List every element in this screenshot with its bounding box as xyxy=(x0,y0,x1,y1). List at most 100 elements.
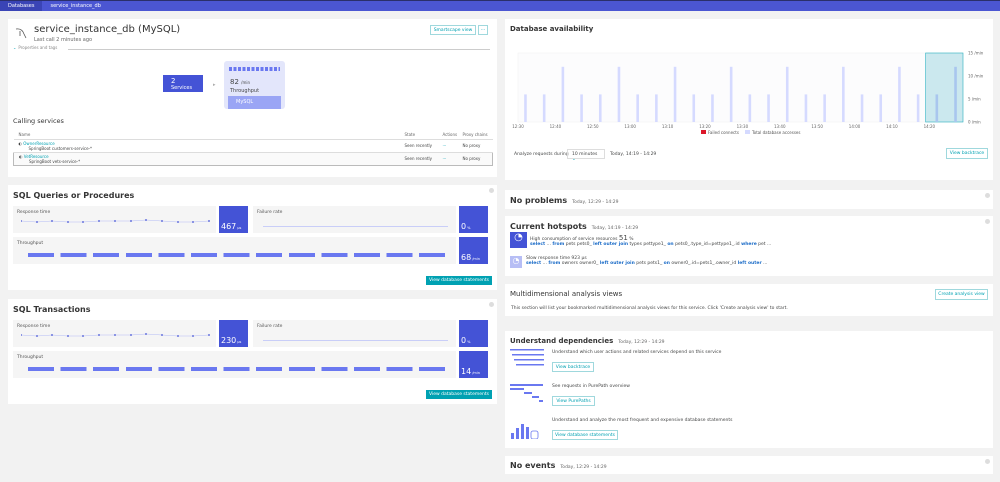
panel-title: Understand dependencies xyxy=(510,337,614,345)
view-purepaths-button[interactable]: View PurePaths xyxy=(552,396,595,406)
bar xyxy=(580,94,583,122)
throughput-value: 14/min xyxy=(459,351,488,378)
chevron-down-icon: ⌄ xyxy=(13,45,17,50)
analysis-views-panel: Multidimensional analysis views This sec… xyxy=(505,284,993,316)
throughput-bars xyxy=(28,253,448,257)
throughput-value: 68/min xyxy=(459,237,488,264)
page-title: service_instance_db (MySQL) xyxy=(34,24,181,35)
sql-text: pets pets1_ xyxy=(634,261,664,266)
clock-icon: ◔ xyxy=(510,256,522,268)
failure-rate-tile[interactable]: Failure rate xyxy=(253,206,456,233)
duration-select[interactable]: 10 minutes ⌄ xyxy=(567,149,605,162)
smartscape-view-button[interactable]: Smartscape view xyxy=(430,25,476,35)
bar xyxy=(785,66,789,122)
breadcrumb-current: service_instance_db xyxy=(50,3,101,9)
sql-text: owners owner0_ xyxy=(560,261,600,266)
panel-title: SQL Queries or Procedures xyxy=(13,191,135,200)
response-sparkline xyxy=(21,333,210,337)
actions-button[interactable]: ··· xyxy=(443,139,463,152)
calling-services-title: Calling services xyxy=(13,117,64,125)
response-time-tile[interactable]: Response time xyxy=(13,320,216,347)
overview-panel: service_instance_db (MySQL) Last call 2 … xyxy=(8,19,497,177)
properties-toggle[interactable]: ⌄ Properties and tags xyxy=(13,45,57,50)
bar xyxy=(860,94,864,122)
bar xyxy=(636,94,639,122)
info-icon[interactable] xyxy=(489,302,494,307)
hotspots-panel: Current hotspots Today, 14:19 - 14:29 ◔ H… xyxy=(505,216,993,276)
panel-title: No events xyxy=(510,461,556,470)
failure-rate-value: 0% xyxy=(459,320,488,347)
panel-title: No problems xyxy=(510,196,568,205)
service-link[interactable]: VetResource xyxy=(24,154,49,159)
sql-keyword: select xyxy=(526,261,542,266)
events-panel: No events Today, 12:29 - 14:29 xyxy=(505,456,993,474)
sql-text: pet ... xyxy=(756,242,772,247)
y-tick-label: 0 /min xyxy=(968,120,981,125)
x-tick-label: 12:40 xyxy=(550,124,562,129)
hotspot-response-time[interactable]: Slow response time 923 µs select ... from… xyxy=(526,256,767,266)
service-icon: ◐ xyxy=(19,153,23,159)
x-tick-label: 13:10 xyxy=(662,124,674,129)
y-tick-label: 10 /min xyxy=(968,74,984,79)
sql-text: pets pets0_ xyxy=(564,242,594,247)
dependencies-panel: Understand dependencies Today, 12:29 - 14… xyxy=(505,331,993,448)
bar xyxy=(729,66,733,122)
chevron-down-icon: ⌄ xyxy=(572,157,576,162)
info-icon[interactable] xyxy=(985,219,990,224)
x-tick-label: 13:50 xyxy=(811,124,823,129)
bar xyxy=(617,66,621,122)
availability-chart[interactable]: 12:30 12:40 12:50 13:00 13:10 13:20 13:30 13:40… xyxy=(505,19,993,139)
view-backtrace-button[interactable]: View backtrace xyxy=(946,148,988,159)
analyze-range: Today, 14:19 - 14:29 xyxy=(610,152,657,157)
calling-services-table: Name State Actions Proxy chains ◐ OwnerReso… xyxy=(13,131,493,166)
info-icon[interactable] xyxy=(489,188,494,193)
sql-text: pets0_.type_id=pettype1_.id xyxy=(673,242,742,247)
x-tick-label: 13:20 xyxy=(699,124,711,129)
create-analysis-view-button[interactable]: Create analysis view xyxy=(935,289,988,300)
response-time-tile[interactable]: Response time xyxy=(13,206,216,233)
view-database-statements-button[interactable]: View database statements xyxy=(552,430,618,440)
bar xyxy=(692,94,696,122)
table-row[interactable]: ◐ VetResource SpringBoot vets-service-* Se… xyxy=(13,152,493,165)
panel-title: SQL Transactions xyxy=(13,305,91,314)
sql-keyword: where xyxy=(741,242,757,247)
sql-text: owner0_.id=pets1_.owner_id xyxy=(669,261,738,266)
divider xyxy=(68,49,490,50)
bar xyxy=(561,66,565,122)
sql-keyword: left outer join xyxy=(599,261,635,266)
x-tick-label: 13:40 xyxy=(774,124,786,129)
mysql-node[interactable]: MySQL xyxy=(228,96,281,109)
service-icon: ◐ xyxy=(18,140,23,146)
legend-total-label: Total database accesses xyxy=(751,130,800,135)
view-database-statements-button[interactable]: View database statements xyxy=(426,276,492,285)
throughput-tile[interactable]: Throughput xyxy=(13,351,456,378)
info-icon[interactable] xyxy=(985,193,990,198)
failure-rate-value: 0% xyxy=(459,206,488,233)
service-link[interactable]: OwnerResource xyxy=(23,141,54,146)
throughput-tile[interactable]: Throughput xyxy=(13,237,456,264)
hotspot-resources[interactable]: High consumption of service resources 51… xyxy=(530,234,771,247)
bar xyxy=(655,94,658,122)
sql-queries-panel: SQL Queries or Procedures Response time … xyxy=(8,185,497,290)
selection-range[interactable] xyxy=(925,52,964,123)
bar xyxy=(542,94,546,122)
view-backtrace-button[interactable]: View backtrace xyxy=(552,362,594,372)
more-button[interactable]: ··· xyxy=(478,25,488,35)
sql-keyword: from xyxy=(552,242,565,247)
actions-button[interactable]: ··· xyxy=(443,152,463,165)
x-tick-label: 14:20 xyxy=(924,124,936,129)
sql-keyword: select xyxy=(530,242,546,247)
table-row[interactable]: ◐ OwnerResource SpringBoot customers-serv… xyxy=(13,139,493,152)
x-tick-label: 14:00 xyxy=(849,124,861,129)
view-database-statements-button[interactable]: View database statements xyxy=(426,390,492,399)
services-node[interactable]: 2 Services xyxy=(163,75,203,92)
breadcrumb-databases[interactable]: Databases xyxy=(0,1,43,11)
throughput-sparkline xyxy=(229,67,280,71)
dependency-illustrations xyxy=(510,349,544,439)
last-call: Last call 2 minutes ago xyxy=(34,37,93,43)
failure-rate-tile[interactable]: Failure rate xyxy=(253,320,456,347)
sql-text: ... xyxy=(761,261,768,266)
info-icon[interactable] xyxy=(985,459,990,464)
sql-transactions-panel: SQL Transactions Response time 230 µs Fai… xyxy=(8,299,497,404)
database-node[interactable]: 82 /min Throughput MySQL xyxy=(224,61,285,109)
